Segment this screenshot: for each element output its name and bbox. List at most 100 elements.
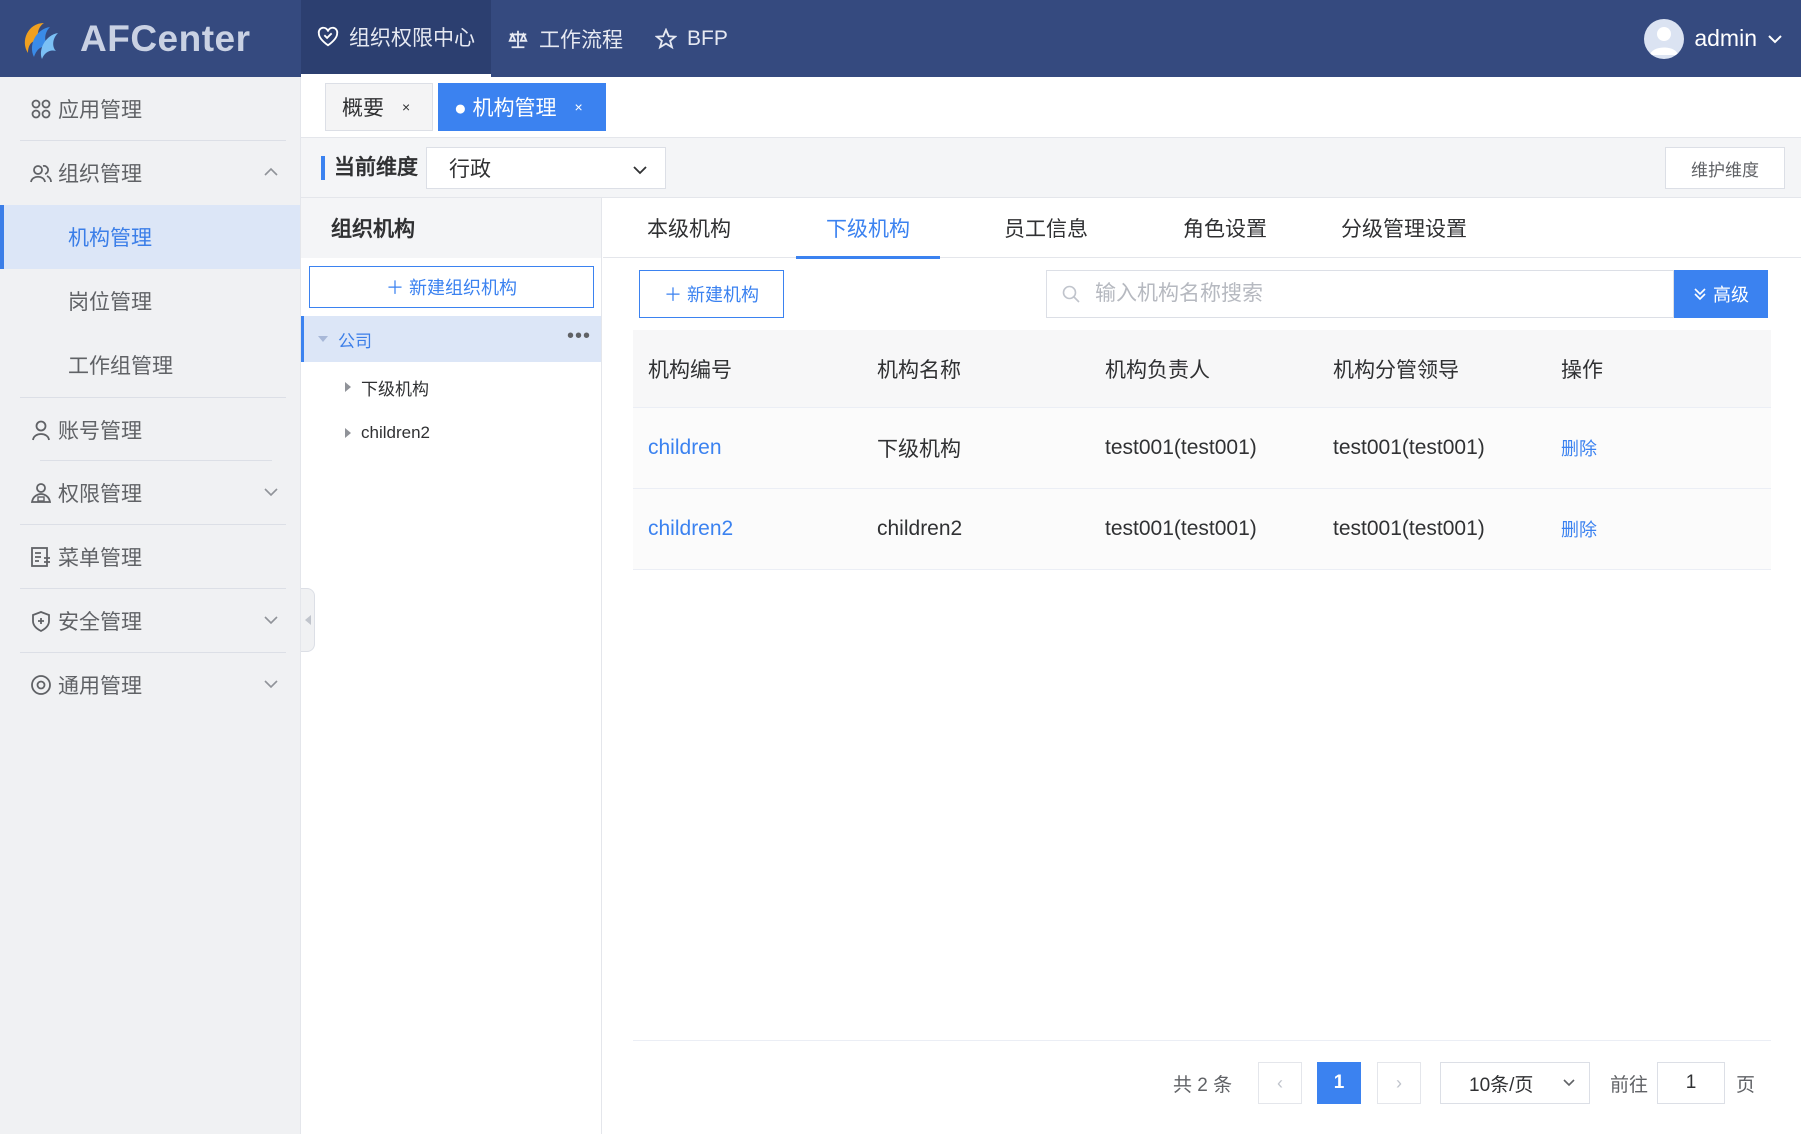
table-row: children 下级机构 test001(test001) test001(t… [633, 408, 1771, 489]
nav-label: BFP [687, 26, 728, 50]
org-tree-panel: 组织机构 ＋ 新建组织机构 公司 ••• 下级机构 children2 [301, 198, 602, 1134]
org-panel-title: 组织机构 [301, 198, 601, 258]
sidebar-item-menu-management[interactable]: 菜单管理 [0, 525, 300, 589]
advanced-label: 高级 [1713, 285, 1749, 305]
nav-org-permission-center[interactable]: 组织权限中心 [301, 0, 491, 77]
institution-head: test001(test001) [1105, 436, 1257, 459]
delete-button[interactable]: 删除 [1561, 520, 1597, 540]
caret-right-icon[interactable] [345, 428, 351, 438]
caret-right-icon[interactable] [345, 382, 351, 392]
sidebar-item-general-management[interactable]: 通用管理 [0, 653, 300, 717]
heart-shield-icon [317, 26, 339, 47]
chevron-down-icon [264, 488, 278, 497]
subtab-current-level[interactable]: 本级机构 [647, 198, 731, 258]
sidebar-item-label: 安全管理 [58, 611, 142, 634]
new-org-button[interactable]: ＋ 新建组织机构 [309, 266, 594, 308]
caret-down-icon[interactable] [318, 336, 328, 342]
more-icon[interactable]: ••• [567, 326, 591, 346]
grid-icon [31, 99, 51, 119]
subtab-employee-info[interactable]: 员工信息 [1004, 198, 1088, 258]
sidebar-item-org-management[interactable]: 组织管理 [0, 141, 300, 205]
next-page-button[interactable]: › [1377, 1062, 1421, 1104]
sidebar-subitem-label: 工作组管理 [68, 355, 173, 378]
new-institution-button[interactable]: ＋ 新建机构 [639, 270, 784, 318]
search-icon [1062, 285, 1080, 303]
chevron-down-icon [1768, 34, 1782, 43]
app-name: AFCenter [80, 17, 251, 59]
tree-node-label: 下级机构 [361, 379, 429, 399]
tree-node-label: children2 [361, 423, 430, 442]
sidebar-item-security-management[interactable]: 安全管理 [0, 589, 300, 653]
top-header: AFCenter 组织权限中心 工作流程 BFP admin [0, 0, 1801, 77]
tab-institution-management[interactable]: ● 机构管理 × [438, 83, 606, 131]
main-content: 本级机构 下级机构 员工信息 角色设置 分级管理设置 ＋ 新建机构 高级 机构编… [603, 198, 1801, 1134]
user-lock-icon [30, 483, 52, 503]
table-row: children2 children2 test001(test001) tes… [633, 489, 1771, 570]
dimension-select[interactable]: 行政 [426, 147, 666, 189]
tree-node-label: 公司 [338, 331, 372, 351]
sidebar-item-label: 组织管理 [58, 163, 142, 186]
tree-node-company[interactable]: 公司 ••• [301, 316, 601, 362]
user-name: admin [1694, 25, 1757, 51]
goto-label: 前往 [1610, 1075, 1649, 1096]
institution-leader: test001(test001) [1333, 436, 1485, 459]
institution-code-link[interactable]: children2 [633, 517, 862, 541]
page-size-select[interactable]: 10条/页 [1440, 1062, 1590, 1104]
column-header: 机构编号 [648, 358, 732, 382]
goto-page-input[interactable]: 1 [1657, 1062, 1725, 1104]
afcenter-logo-icon [24, 22, 58, 59]
sidebar-subitem-institution-management[interactable]: 机构管理 [0, 205, 300, 269]
nav-label: 工作流程 [539, 28, 623, 52]
chevron-down-icon [633, 166, 647, 175]
sidebar-collapse-handle[interactable] [301, 588, 315, 652]
institution-name: children2 [877, 517, 963, 540]
user-menu[interactable]: admin [1644, 0, 1785, 77]
maintain-dimension-button[interactable]: 维护维度 [1665, 147, 1785, 189]
dimension-label: 当前维度 [321, 156, 418, 180]
pagination-total: 共 2 条 [1173, 1075, 1233, 1096]
sidebar-subitem-label: 岗位管理 [68, 291, 152, 314]
settings-circle-icon [31, 675, 51, 695]
pagination: 共 2 条 ‹ 1 › 10条/页 前往 1 页 [603, 1060, 1801, 1104]
sidebar-item-label: 应用管理 [58, 99, 142, 122]
delete-button[interactable]: 删除 [1561, 439, 1597, 459]
dimension-value: 行政 [449, 158, 491, 181]
subtab-sub-institutions[interactable]: 下级机构 [796, 198, 940, 259]
users-icon [30, 165, 52, 183]
nav-bfp[interactable]: BFP [639, 0, 744, 77]
tree-node-child[interactable]: 下级机构 [301, 364, 601, 410]
institution-code-link[interactable]: children [633, 436, 862, 460]
subtab-hierarchy-settings[interactable]: 分级管理设置 [1341, 198, 1467, 258]
chevron-down-icon [264, 680, 278, 689]
top-nav: 组织权限中心 工作流程 BFP [301, 0, 744, 77]
page-number-button[interactable]: 1 [1317, 1062, 1361, 1104]
advanced-search-button[interactable]: 高级 [1674, 270, 1768, 318]
sidebar: 应用管理 组织管理 机构管理 岗位管理 工作组管理 账号管理 权限管理 菜单管理… [0, 77, 301, 1134]
prev-page-button[interactable]: ‹ [1258, 1062, 1302, 1104]
tab-overview[interactable]: 概要 × [325, 83, 433, 131]
search-input[interactable] [1095, 282, 1635, 306]
chevron-down-icon [1563, 1079, 1575, 1087]
sidebar-item-label: 通用管理 [58, 675, 142, 698]
avatar-icon [1644, 18, 1685, 59]
sidebar-item-label: 菜单管理 [58, 547, 142, 570]
nav-label: 组织权限中心 [349, 27, 475, 50]
double-chevron-down-icon [1694, 288, 1706, 301]
sidebar-item-account-management[interactable]: 账号管理 [20, 397, 286, 461]
search-box[interactable] [1046, 270, 1674, 318]
subtab-role-settings[interactable]: 角色设置 [1183, 198, 1267, 258]
sidebar-item-label: 账号管理 [58, 419, 142, 443]
caret-left-icon [304, 615, 311, 625]
sidebar-subitem-position-management[interactable]: 岗位管理 [0, 269, 300, 333]
close-icon[interactable]: × [575, 99, 583, 115]
close-icon[interactable]: × [402, 99, 410, 115]
sidebar-subitem-workgroup-management[interactable]: 工作组管理 [0, 333, 300, 397]
tree-node-child[interactable]: children2 [301, 410, 601, 456]
logo[interactable]: AFCenter [0, 0, 301, 77]
sidebar-item-app-management[interactable]: 应用管理 [0, 77, 300, 141]
sidebar-item-permission-management[interactable]: 权限管理 [0, 461, 300, 525]
nav-workflow[interactable]: 工作流程 [491, 0, 639, 77]
page-tabs: 概要 × ● 机构管理 × [301, 77, 1801, 138]
user-icon [32, 420, 50, 440]
sidebar-subitem-label: 机构管理 [68, 227, 152, 250]
